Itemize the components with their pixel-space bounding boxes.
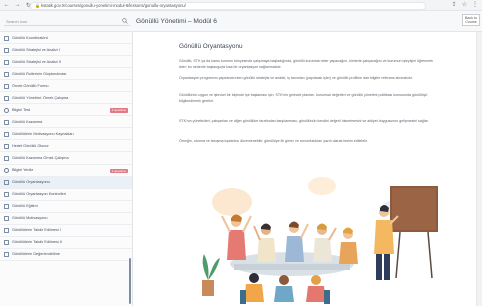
- sidebar-item-label: Gönüllü Stratejisi ve Analizi II: [12, 59, 61, 64]
- course-title: Gönüllü Yönetimi – Modül 6: [136, 18, 217, 25]
- sidebar-item-label: Örnek Gönüllü Formu: [12, 83, 49, 88]
- course-header: Search Icon Gönüllü Yönetimi – Modül 6 B…: [0, 11, 482, 32]
- lesson-sidebar: Gönüllü Koordinatörü Gönüllü Stratejisi v…: [0, 32, 133, 306]
- lesson-paragraph: Örneğin, oturma ve tanışma toplantısı dü…: [179, 139, 368, 143]
- star-icon[interactable]: ☆: [462, 1, 467, 8]
- question-count-badge: 3 questions: [109, 168, 128, 174]
- document-icon: [4, 71, 9, 77]
- content-side-strip: [476, 32, 482, 306]
- document-icon: [4, 83, 9, 89]
- sidebar-item[interactable]: Gönüllü Stratejisi ve Analizi II: [0, 56, 132, 69]
- search-input[interactable]: Search Icon: [4, 17, 130, 26]
- document-icon: [4, 252, 9, 258]
- sidebar-item-label: Hedef Gönüllü Olunur: [12, 143, 49, 148]
- sidebar-item-label: Gönüllülerin Değerlendirilme: [12, 252, 60, 257]
- sidebar-item[interactable]: Gönüllülerin Değerlendirilme: [0, 249, 132, 261]
- lesson-paragraph: Oryantasyon programını yapılandırırken g…: [179, 76, 414, 80]
- document-icon: [4, 216, 9, 222]
- sidebar-item-label: Bilgini Yenile: [12, 168, 34, 173]
- sidebar-item[interactable]: Bilgini Yenile 3 questions: [0, 165, 132, 177]
- lesson-content: Gönüllü Oryantasyonu Gönüllü, STK ya da …: [134, 32, 482, 306]
- sidebar-item-label: Gönüllü Oryantasyon Kontrolleri: [12, 192, 66, 197]
- sidebar-item[interactable]: Gönüllülerin Takdir Edilmesi II: [0, 237, 132, 249]
- sidebar-item[interactable]: Örnek Gönüllü Formu: [0, 80, 132, 93]
- sidebar-item[interactable]: Hedef Gönüllü Olunur: [0, 140, 132, 153]
- sidebar-item[interactable]: Gönüllü Yönetimi: Örnek Çalışma: [0, 92, 132, 105]
- sidebar-item-label: Bilgini Test: [12, 107, 31, 112]
- document-icon: [4, 131, 9, 137]
- search-icon[interactable]: [122, 18, 128, 24]
- sidebar-item[interactable]: Bilgini Test 3 questions: [0, 104, 132, 117]
- sidebar-item-label: Gönüllü Motivasyonu: [12, 216, 48, 221]
- sidebar-item-label: Gönüllü Kazanma Örnek Çalışma: [12, 155, 69, 160]
- sidebar-item-label: Gönüllü Koordinatörü: [12, 35, 48, 40]
- back-to-course-button[interactable]: Back to Course: [462, 14, 480, 26]
- lesson-paragraph: Gönüllünün uygun ve işlevsel bir biçimde…: [179, 93, 428, 103]
- document-icon: [4, 240, 9, 246]
- document-icon: [4, 204, 9, 210]
- sidebar-item[interactable]: Gönüllü Kazanma Örnek Çalışma: [0, 152, 132, 165]
- quiz-icon: [4, 168, 9, 174]
- document-icon: [4, 35, 9, 41]
- sidebar-item-label: Gönüllü Eğitimi: [12, 204, 38, 209]
- browser-window: ← → ↻ 🔒 kstatik.gov.tr/courses/gonullu-y…: [0, 0, 482, 306]
- sidebar-item-label: Gönüllülerin Takdir Edilmesi II: [12, 240, 62, 245]
- document-icon: [4, 155, 9, 161]
- lesson-paragraph: Gönüllü, STK ya da kamu kurumu bünyesind…: [179, 59, 433, 69]
- sidebar-item-label: Gönüllülerin Motivasyonu Kaynakları: [12, 131, 74, 136]
- document-icon: [4, 143, 9, 149]
- document-icon: [4, 228, 9, 234]
- sidebar-item-label: Gönüllü Oryantasyonu: [12, 180, 50, 185]
- document-icon: [4, 47, 9, 53]
- sidebar-item-label: Gönüllü Stratejisi ve Analizi I: [12, 47, 60, 52]
- sidebar-item-label: Gönüllü Yönetimi: Örnek Çalışma: [12, 95, 69, 100]
- browser-toolbar: ← → ↻ 🔒 kstatik.gov.tr/courses/gonullu-y…: [0, 0, 482, 11]
- sidebar-item-label: Gönüllülerin Takdir Edilmesi I: [12, 228, 61, 233]
- lesson-paragraph: STK'nın yöneticileri, çalışanları ve diğ…: [179, 119, 429, 123]
- sidebar-item[interactable]: Gönüllülerin Motivasyonu Kaynakları: [0, 128, 132, 141]
- url-text: kstatik.gov.tr/courses/gonullu-yonetimi-…: [41, 3, 186, 8]
- more-icon[interactable]: ⋮: [472, 1, 478, 8]
- sidebar-item[interactable]: Gönüllülerin Takdir Edilmesi I: [0, 225, 132, 237]
- document-icon: [4, 119, 9, 125]
- address-bar[interactable]: 🔒 kstatik.gov.tr/courses/gonullu-yonetim…: [30, 1, 426, 10]
- search-placeholder: Search Icon: [6, 18, 28, 24]
- sidebar-item[interactable]: Gönüllü Kazanma: [0, 116, 132, 129]
- document-icon: [4, 95, 9, 101]
- sidebar-item[interactable]: Gönüllü Oryantasyon Kontrolleri: [0, 189, 132, 201]
- document-icon: [4, 59, 9, 65]
- lesson-title: Gönüllü Oryantasyonu: [179, 43, 243, 50]
- sidebar-item[interactable]: Gönüllü Rollerinin Oluşturulması: [0, 68, 132, 81]
- sidebar-item[interactable]: Gönüllü Motivasyonu: [0, 213, 132, 225]
- document-icon: [4, 180, 9, 186]
- lock-icon: 🔒: [35, 2, 40, 8]
- browser-actions: ⇪ ☆ ⋮: [452, 1, 478, 8]
- arrow-left-icon[interactable]: ←: [2, 1, 11, 10]
- sidebar-item[interactable]: Gönüllü Oryantasyonu: [0, 176, 132, 189]
- quiz-icon: [4, 107, 9, 113]
- sidebar-item[interactable]: Gönüllü Eğitimi: [0, 201, 132, 213]
- sidebar-item-label: Gönüllü Rollerinin Oluşturulması: [12, 71, 67, 76]
- share-icon[interactable]: ⇪: [452, 1, 457, 8]
- meeting-illustration: [202, 177, 438, 304]
- sidebar-scrollbar[interactable]: [128, 258, 131, 304]
- sidebar-item[interactable]: Gönüllü Koordinatörü: [0, 32, 132, 45]
- sidebar-item[interactable]: Gönüllü Stratejisi ve Analizi I: [0, 44, 132, 57]
- question-count-badge: 3 questions: [109, 108, 128, 113]
- sidebar-item-label: Gönüllü Kazanma: [12, 119, 43, 124]
- document-icon: [4, 192, 9, 198]
- arrow-right-icon[interactable]: →: [13, 1, 22, 10]
